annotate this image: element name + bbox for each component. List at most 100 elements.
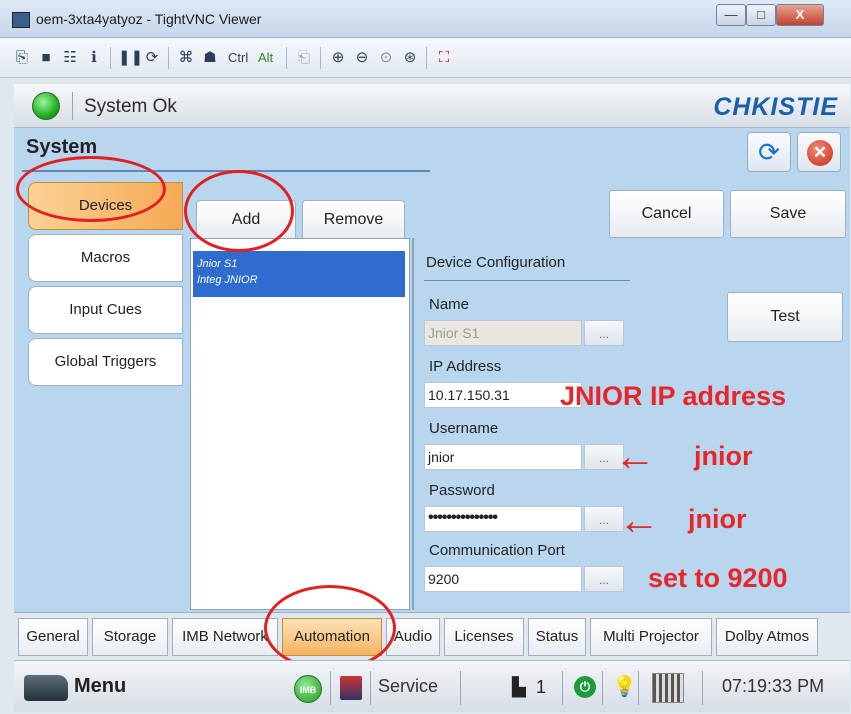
ip-address-label: IP Address [429,358,502,375]
brand-logo: CHKISTIE [713,93,838,121]
tab-general[interactable]: General [18,618,88,656]
username-annotation: jnior [694,441,753,471]
service-button[interactable]: Service [378,676,438,697]
taskbar-separator [638,671,639,705]
cancel-button[interactable]: Cancel [609,190,724,238]
comm-port-label: Communication Port [429,542,565,559]
projector-menu-icon[interactable] [24,675,68,701]
side-tab-global-triggers[interactable]: Global Triggers [28,338,183,386]
zoom-in-icon[interactable]: ⊕ [328,48,348,68]
list-item-line: Integ JNIOR [197,274,258,286]
test-button[interactable]: Test [727,292,843,342]
zoom-fit-icon[interactable]: ⊛ [400,48,420,68]
comm-port-field[interactable]: 9200 [424,566,582,592]
toolbar-separator [110,47,111,69]
toolbar-separator [426,47,427,69]
tab-imb-network[interactable]: IMB Network [172,618,278,656]
refresh-button[interactable]: ⟳ [747,132,791,172]
fullscreen-icon[interactable]: ⛶ [434,48,454,68]
password-annotation: jnior [688,504,747,534]
add-device-button[interactable]: Add [196,200,296,238]
save-button[interactable]: Save [730,190,846,238]
close-window-button[interactable]: X [776,4,824,26]
status-separator [72,92,73,120]
tab-status[interactable]: Status [528,618,586,656]
ctrl-alt-del-icon[interactable]: ⌘ [176,48,196,68]
name-field[interactable]: Jnior S1 [424,320,582,346]
info-icon[interactable]: ℹ [84,48,104,68]
ip-address-field[interactable]: 10.17.150.31 [424,382,582,408]
port-annotation: set to 9200 [648,563,788,593]
toolbar-separator [286,47,287,69]
tab-storage[interactable]: Storage [92,618,168,656]
power-icon[interactable]: ⏻ [574,676,596,698]
menu-button[interactable]: Menu [74,675,126,698]
zoom-out-icon[interactable]: ⊖ [352,48,372,68]
taskbar-separator [702,671,703,705]
projector-icon[interactable]: ▙ [512,677,526,698]
comm-port-browse-button[interactable]: ... [584,566,624,592]
password-label: Password [429,482,495,499]
device-list[interactable]: Jnior S1 Integ JNIOR [190,238,410,610]
pause-icon[interactable]: ❚❚ [118,48,143,68]
imb-status-icon[interactable]: IMB [294,675,322,703]
side-tab-input-cues[interactable]: Input Cues [28,286,183,334]
title-underline [22,170,430,172]
system-panel: System ⟳ ✕ Devices Macros Input Cues Glo… [14,128,850,612]
tab-licenses[interactable]: Licenses [444,618,524,656]
username-arrow-icon: ← [614,432,656,479]
status-led-icon [32,92,60,120]
password-field[interactable]: ••••••••••••••• [424,506,582,532]
side-tab-devices[interactable]: Devices [28,182,183,230]
clock: 07:19:33 PM [722,676,825,696]
projector-count: 1 [536,677,547,697]
device-config-heading: Device Configuration [426,254,566,271]
window-title: oem-3xta4yatyoz - TightVNC Viewer [36,11,262,27]
status-text: System Ok [84,96,177,117]
service-icon[interactable] [340,676,362,700]
name-browse-button[interactable]: ... [584,320,624,346]
tab-audio[interactable]: Audio [386,618,440,656]
zoom-100-icon[interactable]: ⊙ [376,48,396,68]
list-item-line: Jnior S1 [197,258,238,270]
alt-key-button[interactable]: Alt [258,48,273,68]
username-field[interactable]: jnior [424,444,582,470]
username-label: Username [429,420,499,437]
taskbar-separator [370,671,371,705]
refresh-icon[interactable]: ⟳ [142,48,162,68]
lamp-icon[interactable]: 💡 [612,674,637,699]
vnc-viewer-window: oem-3xta4yatyoz - TightVNC Viewer — □ X … [0,0,851,714]
name-label: Name [429,296,470,313]
save-icon[interactable]: ■ [36,48,56,68]
tab-multi-projector[interactable]: Multi Projector [590,618,712,656]
tab-dolby-atmos[interactable]: Dolby Atmos [716,618,818,656]
options-icon[interactable]: ☷ [60,48,80,68]
close-icon: ✕ [807,140,833,166]
ctrl-esc-icon[interactable]: ☗ [200,48,220,68]
taskbar-separator [602,671,603,705]
panel-title: System [26,136,98,158]
ctrl-key-button[interactable]: Ctrl [228,48,248,68]
bottom-tab-strip: General Storage IMB Network Automation A… [14,585,850,671]
toolbar-separator [320,47,321,69]
film-icon[interactable] [652,673,684,703]
minimize-button[interactable]: — [716,4,746,26]
new-connection-icon[interactable]: ⎘ [12,48,32,68]
password-arrow-icon: ← [618,496,660,543]
toolbar-separator [168,47,169,69]
taskbar-separator [562,671,563,705]
list-item-selected[interactable]: Jnior S1 Integ JNIOR [193,251,405,297]
taskbar-separator [460,671,461,705]
close-panel-button[interactable]: ✕ [797,132,841,172]
ip-annotation: JNIOR IP address [560,381,787,411]
taskbar: Menu IMB Service ▙ 1 ⏻ 💡 07:19:33 PM [14,660,850,712]
tab-automation[interactable]: Automation [282,618,382,656]
vnc-toolbar: ⎘ ■ ☷ ℹ ❚❚ ⟳ ⌘ ☗ Ctrl Alt ⎗ ⊕ ⊖ ⊙ ⊛ ⛶ [0,38,851,78]
clipboard-icon[interactable]: ⎗ [294,48,314,68]
taskbar-separator [330,671,331,705]
remove-device-button[interactable]: Remove [302,200,405,238]
vnc-app-icon [12,12,30,28]
list-divider [412,238,414,610]
side-tab-macros[interactable]: Macros [28,234,183,282]
maximize-button[interactable]: □ [746,4,776,26]
